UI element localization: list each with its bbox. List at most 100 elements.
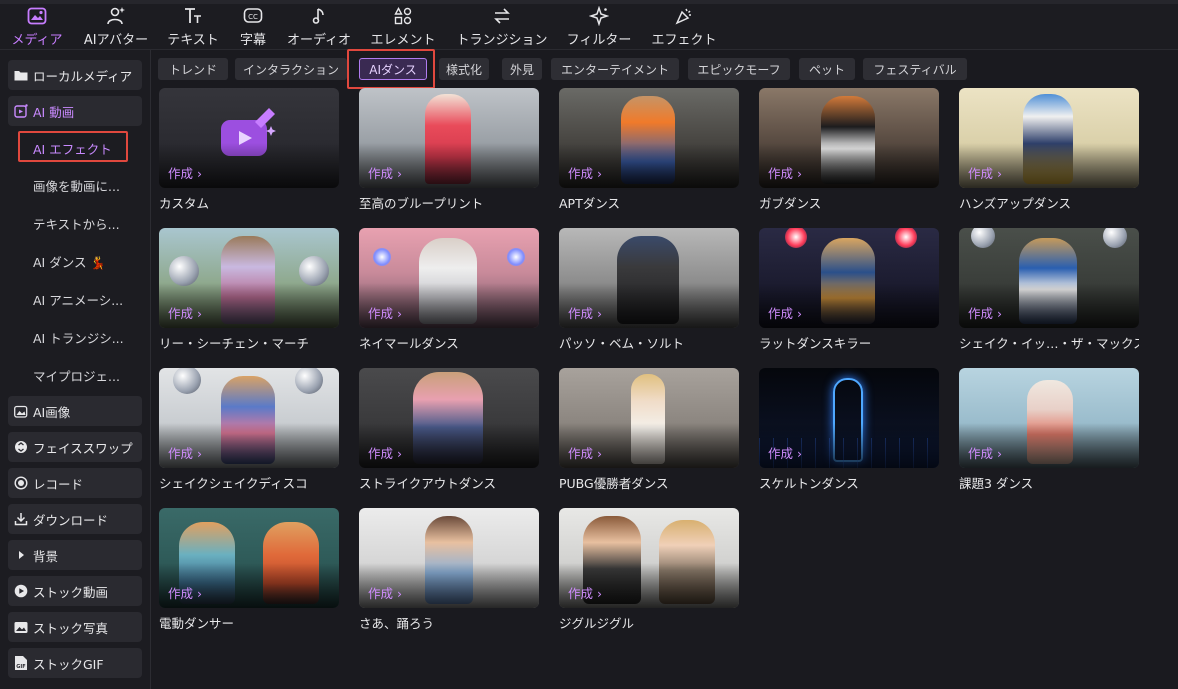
filter-chip-trend[interactable]: トレンド <box>158 58 228 80</box>
tab-caption-label: 字幕 <box>239 33 266 48</box>
create-link[interactable]: 作成 › <box>968 303 1002 322</box>
filter-chip-stylize[interactable]: 様式化 <box>439 58 489 80</box>
template-card[interactable]: 作成 › ハンズアップダンス <box>959 88 1139 212</box>
filter-chip-appearance[interactable]: 外見 <box>502 58 542 80</box>
folder-icon <box>14 68 28 82</box>
template-card[interactable]: 作成 › 課題3 ダンス <box>959 368 1139 492</box>
template-card[interactable]: 作成 › APTダンス <box>559 88 739 212</box>
create-link[interactable]: 作成 › <box>368 583 402 602</box>
card-thumbnail[interactable]: 作成 › <box>359 88 539 188</box>
card-thumbnail[interactable]: 作成 › <box>559 88 739 188</box>
filter-chip-pet[interactable]: ペット <box>799 58 855 80</box>
template-card[interactable]: 作成 › ガブダンス <box>759 88 939 212</box>
create-link[interactable]: 作成 › <box>168 163 202 182</box>
template-card[interactable]: 作成 › カスタム <box>159 88 339 212</box>
sidebar-subitem-my-projects[interactable]: マイプロジェ... <box>33 363 143 387</box>
card-thumbnail[interactable]: 作成 › <box>159 88 339 188</box>
sidebar-item-stock-gif[interactable]: GIF ストックGIF <box>8 648 142 678</box>
template-card[interactable]: 作成 › シェイクシェイクディスコ <box>159 368 339 492</box>
card-thumbnail[interactable]: 作成 › <box>959 368 1139 468</box>
card-thumbnail[interactable]: 作成 › <box>359 508 539 608</box>
card-thumbnail[interactable]: 作成 › <box>959 228 1139 328</box>
card-thumbnail[interactable]: 作成 › <box>559 508 739 608</box>
tab-ai-avatar[interactable]: AIアバター <box>80 6 152 48</box>
card-thumbnail[interactable]: 作成 › <box>559 228 739 328</box>
filter-chip-epic-morph[interactable]: エピックモーフ <box>688 58 790 80</box>
tab-ai-avatar-label: AIアバター <box>83 33 149 48</box>
create-link[interactable]: 作成 › <box>168 303 202 322</box>
template-card[interactable]: 作成 › ラットダンスキラー <box>759 228 939 352</box>
card-thumbnail[interactable]: 作成 › <box>359 368 539 468</box>
gif-icon: GIF <box>14 656 28 670</box>
disco-ball <box>295 368 323 394</box>
sidebar-subitem-ai-transition[interactable]: AI トランジシ... <box>33 325 143 349</box>
sidebar-subitem-ai-effect[interactable]: AI エフェクト <box>33 136 143 160</box>
sidebar-item-local-media[interactable]: ローカルメディア <box>8 60 142 90</box>
create-link[interactable]: 作成 › <box>168 583 202 602</box>
card-thumbnail[interactable]: 作成 › <box>159 228 339 328</box>
card-thumbnail[interactable]: 作成 › <box>159 508 339 608</box>
template-card[interactable]: 作成 › リー・シーチェン・マーチ <box>159 228 339 352</box>
card-thumbnail[interactable]: 作成 › <box>759 88 939 188</box>
template-card[interactable]: 作成 › ストライクアウトダンス <box>359 368 539 492</box>
tab-media[interactable]: メディア <box>8 6 66 48</box>
template-card[interactable]: 作成 › ネイマールダンス <box>359 228 539 352</box>
create-link[interactable]: 作成 › <box>368 163 402 182</box>
tab-text[interactable]: テキスト <box>164 6 222 48</box>
template-card[interactable]: 作成 › さあ、踊ろう <box>359 508 539 632</box>
filter-chip-festival[interactable]: フェスティバル <box>863 58 967 80</box>
disco-ball <box>1103 228 1127 248</box>
tab-effect[interactable]: エフェクト <box>648 6 720 48</box>
card-thumbnail[interactable]: 作成 › <box>159 368 339 468</box>
sidebar-subitem-text-to-video[interactable]: テキストから... <box>33 211 143 235</box>
create-link[interactable]: 作成 › <box>568 303 602 322</box>
sidebar-item-stock-video[interactable]: ストック動画 <box>8 576 142 606</box>
template-card[interactable]: 作成 › 電動ダンサー <box>159 508 339 632</box>
create-link[interactable]: 作成 › <box>968 443 1002 462</box>
create-link[interactable]: 作成 › <box>768 303 802 322</box>
tab-filter[interactable]: フィルター <box>564 6 634 48</box>
create-link[interactable]: 作成 › <box>968 163 1002 182</box>
template-card[interactable]: 作成 › スケルトンダンス <box>759 368 939 492</box>
tab-transition[interactable]: トランジション <box>454 6 550 48</box>
create-link[interactable]: 作成 › <box>768 163 802 182</box>
create-link[interactable]: 作成 › <box>568 163 602 182</box>
sidebar-item-stock-photo[interactable]: ストック写真 <box>8 612 142 642</box>
tab-audio[interactable]: オーディオ <box>284 6 354 48</box>
card-title: 課題3 ダンス <box>959 476 1034 491</box>
filter-chip-ai-dance[interactable]: AIダンス <box>359 58 427 80</box>
sidebar-item-download[interactable]: ダウンロード <box>8 504 142 534</box>
template-card[interactable]: 作成 › PUBG優勝者ダンス <box>559 368 739 492</box>
sidebar-item-ai-video[interactable]: AI 動画 <box>8 96 142 126</box>
card-thumbnail[interactable]: 作成 › <box>959 88 1139 188</box>
create-link[interactable]: 作成 › <box>768 443 802 462</box>
sidebar-item-record[interactable]: レコード <box>8 468 142 498</box>
sidebar-item-background[interactable]: 背景 <box>8 540 142 570</box>
sidebar-subitem-image-to-video[interactable]: 画像を動画に... <box>33 173 143 197</box>
tab-element[interactable]: エレメント <box>368 6 438 48</box>
template-card[interactable]: 作成 › 至高のブループリント <box>359 88 539 212</box>
tab-caption[interactable]: CC 字幕 <box>234 6 272 48</box>
card-thumbnail[interactable]: 作成 › <box>759 368 939 468</box>
face-swap-icon <box>14 440 28 454</box>
filter-chip-interaction[interactable]: インタラクション <box>235 58 347 80</box>
create-link[interactable]: 作成 › <box>368 443 402 462</box>
sidebar-subitem-ai-animation[interactable]: AI アニメーシ... <box>33 287 143 311</box>
card-thumbnail[interactable]: 作成 › <box>559 368 739 468</box>
template-card[interactable]: 作成 › パッソ・ベム・ソルト <box>559 228 739 352</box>
sidebar-item-face-swap[interactable]: フェイススワップ <box>8 432 142 462</box>
create-link[interactable]: 作成 › <box>568 443 602 462</box>
card-title: ハンズアップダンス <box>959 196 1072 211</box>
create-link[interactable]: 作成 › <box>168 443 202 462</box>
template-card[interactable]: 作成 › シェイク・イッ…・ザ・マックス <box>959 228 1139 352</box>
sidebar-item-label: AI画像 <box>33 404 71 420</box>
card-thumbnail[interactable]: 作成 › <box>759 228 939 328</box>
create-link[interactable]: 作成 › <box>368 303 402 322</box>
card-thumbnail[interactable]: 作成 › <box>359 228 539 328</box>
sidebar-item-ai-image[interactable]: AI画像 <box>8 396 142 426</box>
top-toolbar: メディア AIアバター テキスト CC 字幕 オーディオ エレメント トランジシ… <box>0 0 1178 50</box>
sidebar-subitem-ai-dance[interactable]: AI ダンス 💃 <box>33 249 143 273</box>
filter-chip-entertainment[interactable]: エンターテイメント <box>551 58 679 80</box>
template-card[interactable]: 作成 › ジグルジグル <box>559 508 739 632</box>
create-link[interactable]: 作成 › <box>568 583 602 602</box>
